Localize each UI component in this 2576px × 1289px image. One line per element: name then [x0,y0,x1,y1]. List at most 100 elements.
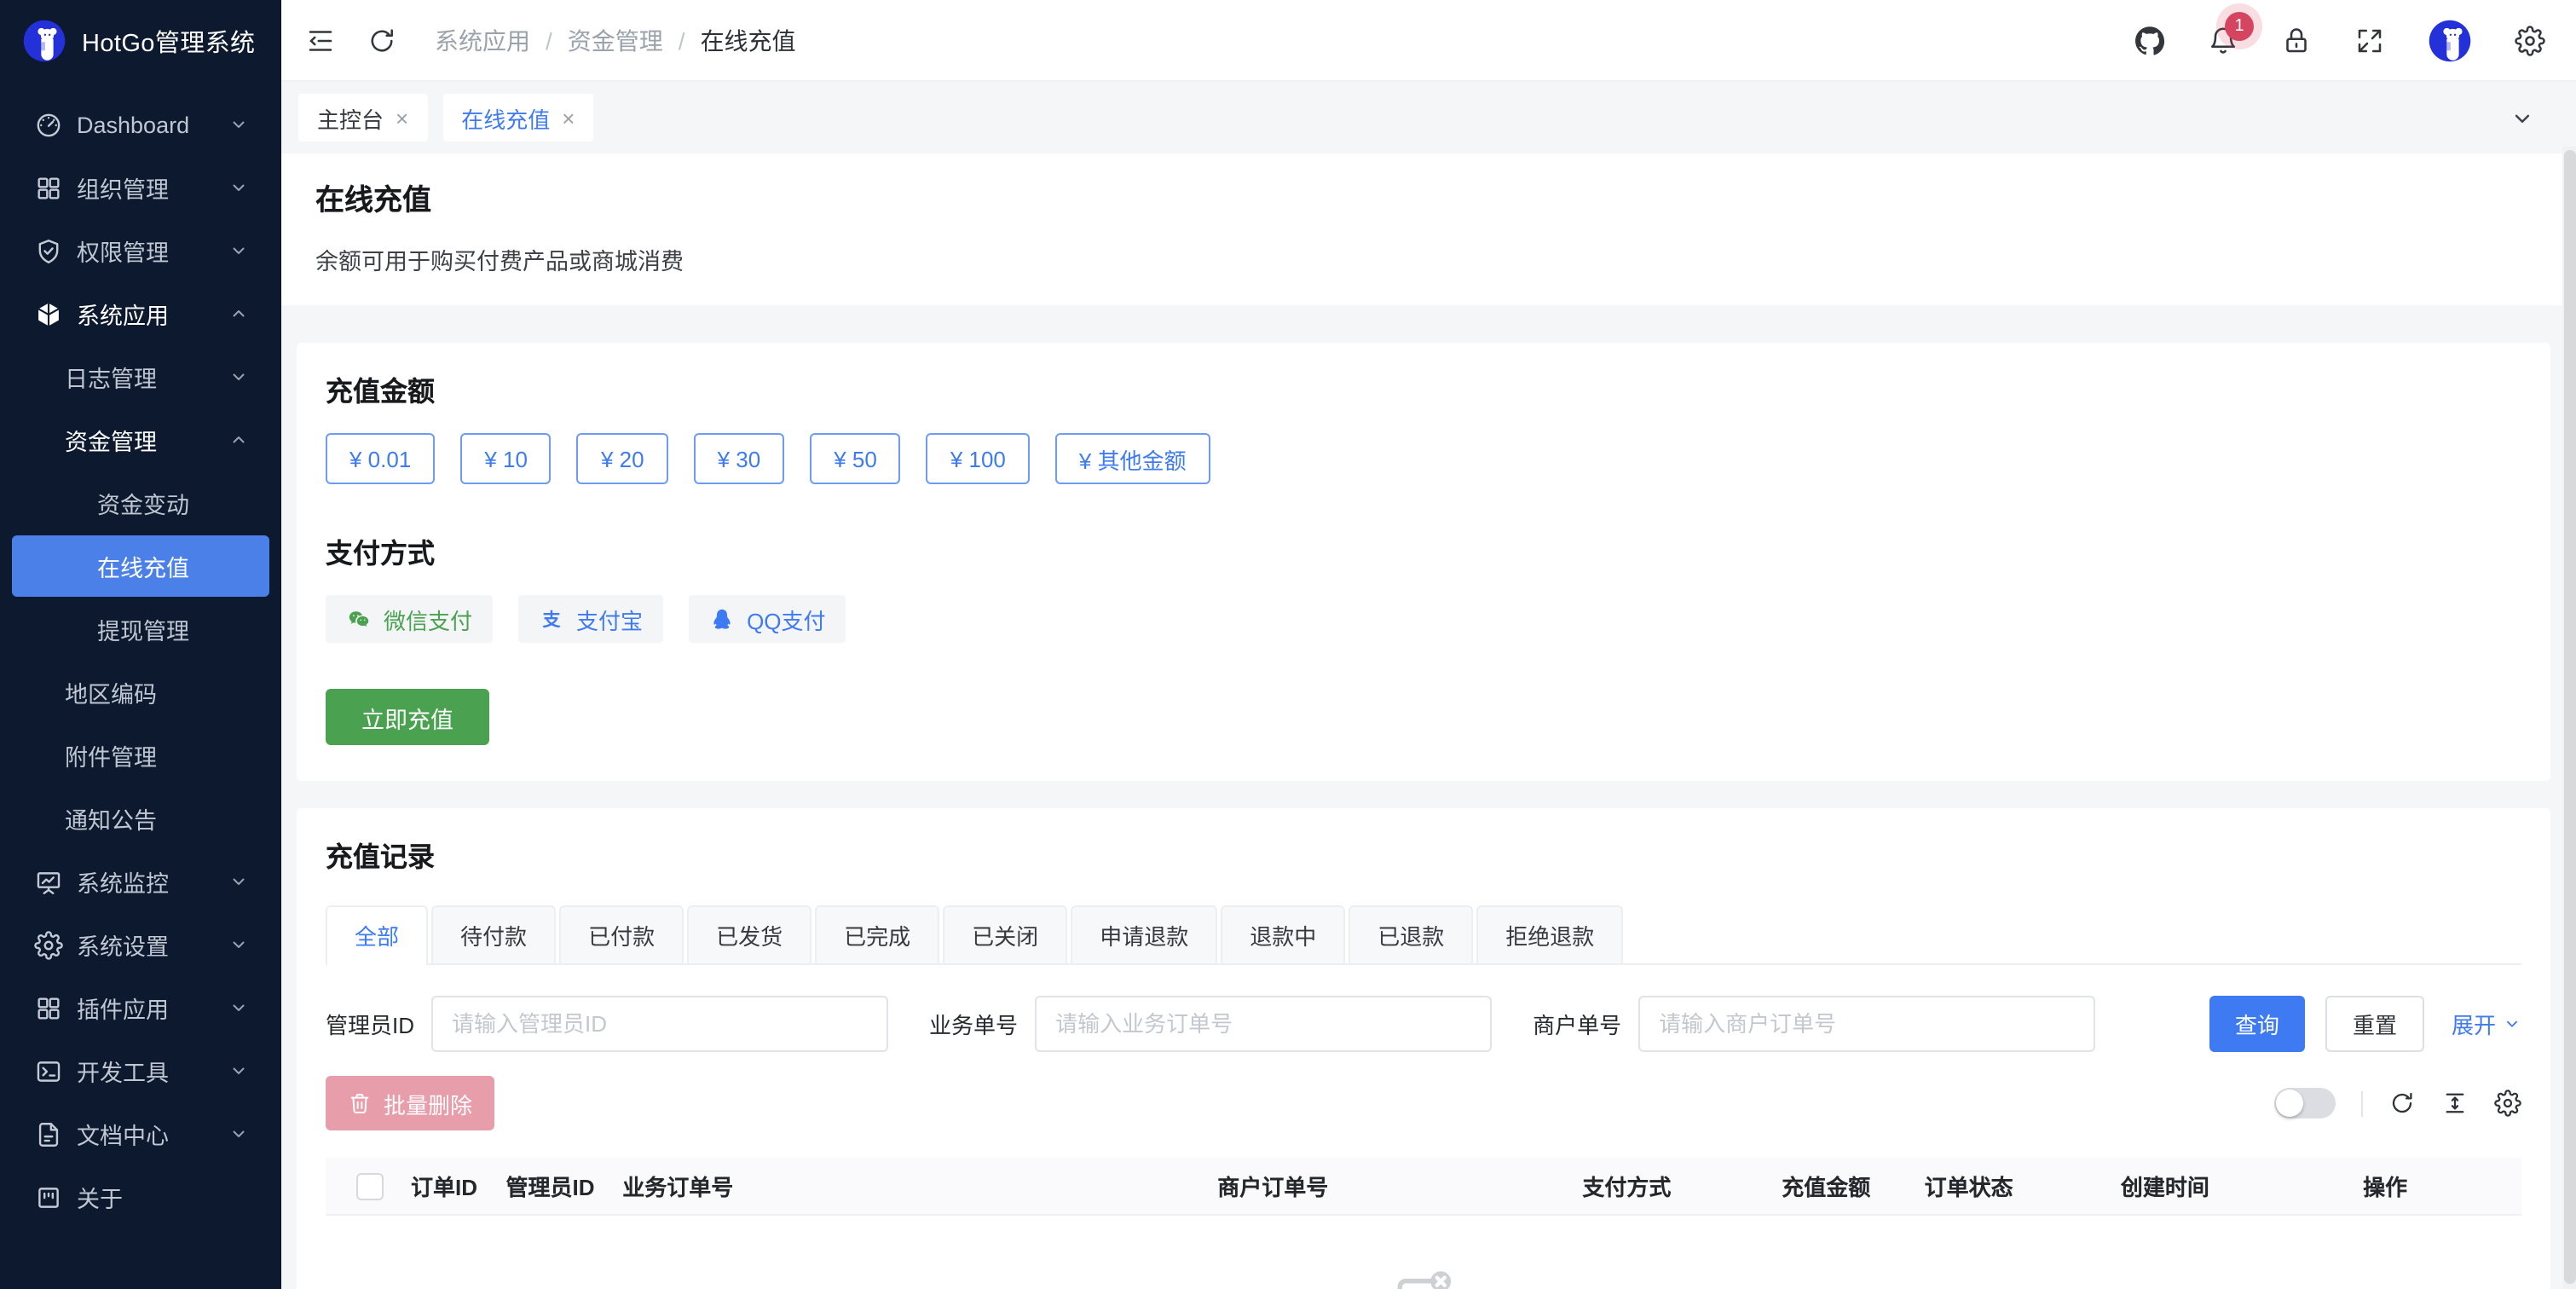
pay-section-title: 支付方式 [326,530,2521,571]
scrollbar-thumb[interactable] [2563,150,2575,1284]
amount-option-button[interactable]: ¥ 50 [810,433,901,484]
amount-option-button[interactable]: ¥ 0.01 [326,433,435,484]
sidebar-item[interactable]: 在线充值 [12,535,269,597]
filter-input[interactable] [431,996,888,1052]
sidebar-item[interactable]: 资金变动 [12,472,269,534]
filter-input[interactable] [1035,996,1492,1052]
sidebar-item-label: 组织管理 [77,171,169,205]
close-icon[interactable]: × [562,107,575,129]
refresh-table-icon[interactable] [2388,1090,2416,1117]
app-logo[interactable]: HotGo管理系统 [0,0,281,82]
fullscreen-icon[interactable] [2354,25,2385,55]
gear-icon[interactable] [2515,25,2545,55]
status-tab[interactable]: 已关闭 [943,905,1067,963]
query-button[interactable]: 查询 [2209,996,2305,1052]
status-tab[interactable]: 待付款 [431,905,556,963]
menu-fold-icon[interactable] [305,25,336,55]
table-toolbar: 批量删除 [326,1076,2521,1130]
chevron-down-icon [228,871,249,892]
amount-option-button[interactable]: ¥ 其他金额 [1055,433,1210,484]
payment-method-button[interactable]: 微信支付 [326,595,493,643]
breadcrumb-item[interactable]: 在线充值 [701,23,796,57]
status-tab[interactable]: 已发货 [687,905,811,963]
sidebar-item-label: 地区编码 [65,675,157,709]
recharge-card: 充值金额 ¥ 0.01¥ 10¥ 20¥ 30¥ 50¥ 100¥ 其他金额 支… [297,343,2550,781]
grid-icon [34,173,63,202]
select-all-checkbox[interactable] [356,1172,384,1199]
payment-method-button[interactable]: QQ支付 [689,595,846,643]
chevron-down-icon[interactable] [2510,105,2535,130]
sidebar-item[interactable]: 提现管理 [12,598,269,660]
bell-icon[interactable]: 1 [2208,25,2238,55]
amount-option-button[interactable]: ¥ 30 [694,433,785,484]
sidebar-item[interactable]: 文档中心 [12,1103,269,1165]
amount-option-button[interactable]: ¥ 100 [927,433,1030,484]
breadcrumb-item[interactable]: 系统应用 [435,23,552,57]
sidebar-item[interactable]: 系统设置 [12,914,269,975]
sidebar-item[interactable]: 地区编码 [12,662,269,723]
table-header: 订单ID管理员ID业务订单号商户订单号支付方式充值金额订单状态创建时间操作 [326,1158,2521,1216]
payment-method-button[interactable]: 支 支付宝 [518,595,663,643]
sidebar-item[interactable]: 通知公告 [12,788,269,849]
table-column-header: 操作 [2363,1170,2501,1202]
sidebar-item[interactable]: 开发工具 [12,1040,269,1101]
status-tab[interactable]: 已完成 [815,905,939,963]
sidebar-item[interactable]: 权限管理 [12,220,269,281]
avatar[interactable] [2428,18,2472,62]
empty-inbox-icon [1393,1267,1454,1289]
expand-link[interactable]: 展开 [2452,1008,2521,1040]
breadcrumb-item[interactable]: 资金管理 [568,23,685,57]
expand-label: 展开 [2452,1008,2496,1040]
sidebar-item[interactable]: 系统监控 [12,851,269,912]
sidebar-item[interactable]: Dashboard [12,94,269,155]
sidebar-item[interactable]: 附件管理 [12,725,269,786]
density-icon[interactable] [2441,1090,2469,1117]
batch-delete-button[interactable]: 批量删除 [326,1076,494,1130]
status-tab[interactable]: 退款中 [1221,905,1345,963]
filter-group: 管理员ID [326,996,888,1052]
amount-option-button[interactable]: ¥ 20 [577,433,668,484]
amount-option-button[interactable]: ¥ 10 [460,433,552,484]
shield-check-icon [34,236,63,265]
page-tab-label: 主控台 [317,101,384,134]
github-icon[interactable] [2134,25,2165,55]
sidebar-item-label: 权限管理 [77,234,169,268]
sidebar-item-label: 关于 [77,1180,123,1214]
status-tab[interactable]: 拒绝退款 [1476,905,1623,963]
sidebar-item[interactable]: 系统应用 [12,283,269,344]
page-tab[interactable]: 在线充值 × [442,94,593,142]
monitor-chart-icon [34,867,63,896]
sidebar-item[interactable]: 资金管理 [12,409,269,471]
koala-logo-icon [22,19,66,63]
recharge-submit-button[interactable]: 立即充值 [326,689,489,745]
sidebar-item[interactable]: 插件应用 [12,977,269,1038]
table-column-header: 订单ID [411,1170,506,1202]
page-subtitle: 余额可用于购买付费产品或商城消费 [315,242,2542,276]
status-tab[interactable]: 已退款 [1349,905,1473,963]
payment-method-label: QQ支付 [747,603,825,635]
close-icon[interactable]: × [396,107,408,129]
filter-label: 商户单号 [1533,1008,1621,1040]
filter-row: 管理员ID 业务单号 商户单号 查询 重置 [326,996,2521,1052]
sidebar-item-label: 日志管理 [65,360,157,394]
status-tab[interactable]: 申请退款 [1071,905,1217,963]
chevron-down-icon [228,240,249,261]
sidebar-item[interactable]: 组织管理 [12,157,269,218]
tab-strip: 主控台 × 在线充值 × [281,82,2576,153]
sidebar-item-label: 资金管理 [65,423,157,457]
reload-icon[interactable] [367,25,397,55]
trash-icon [348,1091,372,1115]
status-tab[interactable]: 已付款 [559,905,684,963]
records-card: 充值记录 全部待付款已付款已发货已完成已关闭申请退款退款中已退款拒绝退款 管理员… [297,808,2550,1289]
chevron-down-icon [228,1061,249,1081]
sidebar-item[interactable]: 关于 [12,1166,269,1228]
status-tab[interactable]: 全部 [326,905,428,963]
grid-icon [34,993,63,1022]
page-tab[interactable]: 主控台 × [298,94,427,142]
filter-input[interactable] [1638,996,2095,1052]
lock-icon[interactable] [2281,25,2312,55]
striped-toggle[interactable] [2274,1088,2336,1118]
sidebar-item[interactable]: 日志管理 [12,346,269,408]
reset-button[interactable]: 重置 [2325,996,2424,1052]
table-settings-icon[interactable] [2494,1090,2521,1117]
